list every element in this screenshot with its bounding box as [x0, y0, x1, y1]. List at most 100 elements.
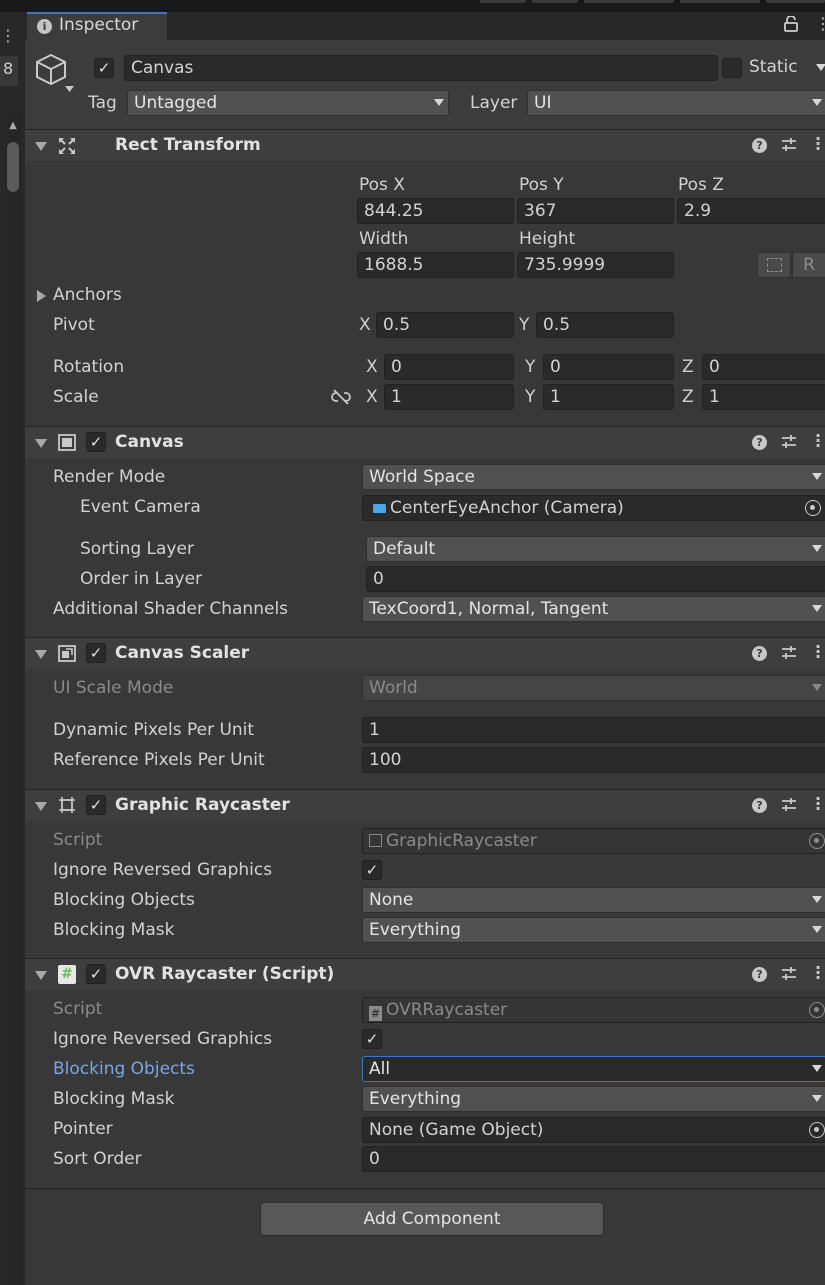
blocking-mask-label: Blocking Mask	[53, 1089, 175, 1109]
order-in-layer-input[interactable]: 0	[366, 566, 825, 592]
more-options-icon[interactable]: · · ·	[815, 960, 821, 986]
script-value: GraphicRaycaster	[386, 831, 537, 851]
script-hash-icon: #	[369, 1006, 382, 1021]
ovr-raycaster-enabled-checkbox[interactable]: ✓	[86, 964, 106, 984]
ovr-raycaster-header[interactable]: # ✓ OVR Raycaster (Script) ? · · ·	[25, 958, 825, 990]
blocking-mask-dropdown[interactable]: Everything	[362, 1086, 825, 1112]
help-icon[interactable]: ?	[752, 798, 767, 813]
preset-icon[interactable]	[781, 797, 797, 813]
ignore-reversed-label: Ignore Reversed Graphics	[53, 860, 273, 880]
toolbar-button[interactable]	[680, 0, 760, 3]
rotation-z-input[interactable]: 0	[702, 354, 825, 380]
panel-menu-icon[interactable]: ⋮	[0, 26, 16, 46]
tab-inspector[interactable]: i Inspector	[27, 12, 167, 40]
blocking-mask-value: Everything	[369, 1089, 462, 1109]
preset-icon[interactable]	[781, 434, 797, 450]
pos-x-label: Pos X	[359, 175, 405, 195]
blocking-mask-dropdown[interactable]: Everything	[362, 917, 825, 943]
reference-pixels-input[interactable]: 100	[362, 747, 825, 773]
ignore-reversed-checkbox[interactable]: ✓	[362, 860, 382, 880]
foldout-arrow-icon[interactable]	[35, 650, 47, 659]
help-icon[interactable]: ?	[752, 967, 767, 982]
anchors-foldout-icon[interactable]	[37, 290, 46, 302]
tab-menu-icon[interactable]: ⋮	[815, 14, 825, 33]
active-checkbox[interactable]: ✓	[94, 58, 114, 78]
blocking-objects-dropdown[interactable]: All	[362, 1056, 825, 1082]
foldout-arrow-icon[interactable]	[35, 142, 47, 151]
canvas-scaler-header[interactable]: ✓ Canvas Scaler ? · · ·	[25, 637, 825, 669]
width-input[interactable]: 1688.5	[357, 252, 514, 278]
canvas-component-header[interactable]: ✓ Canvas ? · · ·	[25, 426, 825, 458]
lock-icon[interactable]	[784, 15, 798, 36]
scrollbar-thumb[interactable]	[7, 142, 19, 192]
event-camera-label: Event Camera	[80, 497, 201, 517]
preset-icon[interactable]	[781, 137, 797, 153]
scroll-up-icon[interactable]: ▲	[7, 120, 19, 132]
toolbar-button[interactable]	[584, 0, 674, 3]
graphic-raycaster-header[interactable]: ✓ Graphic Raycaster ? · · ·	[25, 789, 825, 821]
gameobject-cube-icon[interactable]	[34, 52, 74, 94]
foldout-arrow-icon[interactable]	[35, 971, 47, 980]
more-options-icon[interactable]: · · ·	[815, 131, 821, 157]
scale-x-label: X	[366, 387, 378, 407]
scale-y-input[interactable]: 1	[543, 384, 674, 410]
event-camera-field[interactable]: CenterEyeAnchor (Camera)	[362, 495, 825, 521]
raycaster-icon	[58, 796, 76, 819]
pos-x-input[interactable]: 844.25	[357, 198, 514, 224]
help-icon[interactable]: ?	[752, 435, 767, 450]
preset-icon[interactable]	[781, 966, 797, 982]
sort-order-input[interactable]: 0	[362, 1146, 825, 1172]
chevron-down-icon	[812, 896, 822, 903]
rect-transform-header[interactable]: Rect Transform ? · · ·	[25, 129, 825, 161]
anchors-label[interactable]: Anchors	[53, 285, 122, 305]
shader-channels-label: Additional Shader Channels	[53, 599, 289, 619]
pivot-x-input[interactable]: 0.5	[376, 312, 514, 338]
panel-number: 8	[0, 56, 18, 86]
toolbar-button[interactable]	[532, 0, 578, 3]
pos-z-input[interactable]: 2.9	[677, 198, 825, 224]
rotation-y-input[interactable]: 0	[543, 354, 674, 380]
foldout-arrow-icon[interactable]	[35, 802, 47, 811]
rotation-x-input[interactable]: 0	[384, 354, 514, 380]
link-broken-icon[interactable]	[331, 389, 351, 410]
canvas-enabled-checkbox[interactable]: ✓	[86, 432, 106, 452]
height-input[interactable]: 735.9999	[517, 252, 674, 278]
pos-y-input[interactable]: 367	[517, 198, 674, 224]
layer-dropdown[interactable]: UI	[527, 90, 825, 116]
canvas-scaler-enabled-checkbox[interactable]: ✓	[86, 643, 106, 663]
pivot-y-input[interactable]: 0.5	[536, 312, 674, 338]
render-mode-dropdown[interactable]: World Space	[362, 464, 825, 490]
more-options-icon[interactable]: · · ·	[815, 428, 821, 454]
render-mode-label: Render Mode	[53, 467, 166, 487]
script-label: Script	[53, 999, 103, 1019]
tag-dropdown[interactable]: Untagged	[127, 90, 449, 116]
blueprint-mode-button[interactable]	[757, 252, 791, 278]
help-icon[interactable]: ?	[752, 138, 767, 153]
blocking-objects-dropdown[interactable]: None	[362, 887, 825, 913]
object-name-input[interactable]: Canvas	[124, 55, 718, 81]
scale-z-input[interactable]: 1	[702, 384, 825, 410]
static-dropdown-icon[interactable]	[816, 64, 825, 71]
dynamic-pixels-input[interactable]: 1	[362, 717, 825, 743]
shader-channels-dropdown[interactable]: TexCoord1, Normal, Tangent	[362, 596, 825, 622]
object-picker-icon[interactable]	[805, 500, 821, 516]
more-options-icon[interactable]: · · ·	[815, 791, 821, 817]
top-toolbar	[0, 0, 825, 12]
graphic-raycaster-enabled-checkbox[interactable]: ✓	[86, 795, 106, 815]
more-options-icon[interactable]: · · ·	[815, 639, 821, 665]
add-component-button[interactable]: Add Component	[260, 1202, 604, 1236]
toolbar-button[interactable]	[766, 0, 825, 3]
foldout-arrow-icon[interactable]	[35, 439, 47, 448]
static-checkbox[interactable]	[722, 58, 742, 78]
preset-icon[interactable]	[781, 645, 797, 661]
object-picker-icon[interactable]	[809, 1122, 825, 1138]
scale-x-input[interactable]: 1	[384, 384, 514, 410]
toolbar-button[interactable]	[480, 0, 526, 3]
raw-edit-button[interactable]: R	[792, 252, 825, 278]
ignore-reversed-checkbox[interactable]: ✓	[362, 1029, 382, 1049]
help-icon[interactable]: ?	[752, 646, 767, 661]
scrollbar-track[interactable]	[5, 112, 21, 1285]
sorting-layer-dropdown[interactable]: Default	[366, 536, 825, 562]
pointer-field[interactable]: None (Game Object)	[362, 1117, 825, 1143]
blueprint-icon	[767, 258, 782, 272]
